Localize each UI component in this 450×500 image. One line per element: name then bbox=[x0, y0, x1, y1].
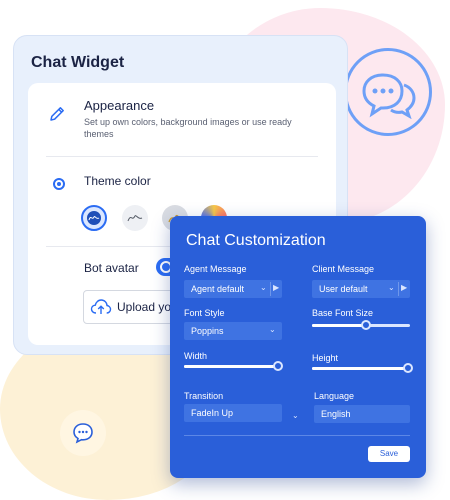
slider-fill bbox=[312, 367, 409, 370]
signature-icon bbox=[87, 211, 101, 225]
language-label: Language bbox=[314, 391, 355, 401]
chat-support-icon bbox=[60, 410, 106, 456]
slider-fill bbox=[184, 365, 279, 368]
agent-message-value: Agent default bbox=[191, 284, 245, 294]
base-font-size-label: Base Font Size bbox=[312, 308, 374, 318]
client-message-select[interactable]: User default ⌄ ▶ bbox=[312, 280, 410, 298]
transition-value: FadeIn Up bbox=[191, 408, 234, 418]
language-value: English bbox=[321, 409, 351, 419]
chevron-down-icon: ⌄ bbox=[388, 283, 395, 292]
theme-color-label: Theme color bbox=[84, 174, 151, 188]
language-select[interactable]: English bbox=[314, 405, 410, 423]
height-slider[interactable] bbox=[312, 363, 414, 373]
appearance-title[interactable]: Appearance bbox=[84, 98, 154, 113]
save-button[interactable]: Save bbox=[368, 446, 410, 462]
appearance-description: Set up own colors, background images or … bbox=[84, 117, 292, 139]
base-font-size-slider[interactable] bbox=[312, 320, 410, 330]
slider-knob[interactable] bbox=[360, 320, 371, 330]
customization-title: Chat Customization bbox=[186, 232, 326, 249]
play-icon: ▶ bbox=[273, 283, 280, 292]
slider-knob[interactable] bbox=[403, 363, 414, 373]
height-label: Height bbox=[312, 353, 339, 363]
client-message-value: User default bbox=[319, 284, 368, 294]
theme-swatch-blue-selected[interactable] bbox=[81, 205, 107, 231]
chevron-down-icon: ⌄ bbox=[269, 325, 276, 334]
bot-avatar-label: Bot avatar bbox=[84, 261, 139, 275]
theme-swatch-light[interactable] bbox=[122, 205, 148, 231]
font-style-label: Font Style bbox=[184, 308, 225, 318]
chevron-down-icon[interactable]: ⌄ bbox=[292, 411, 299, 420]
chat-customization-panel: Chat Customization Agent Message Agent d… bbox=[170, 216, 426, 478]
chat-bubbles-icon bbox=[344, 48, 432, 136]
divider bbox=[398, 282, 399, 296]
theme-color-radio[interactable] bbox=[53, 178, 65, 190]
agent-message-select[interactable]: Agent default ⌄ ▶ bbox=[184, 280, 282, 298]
width-slider[interactable] bbox=[184, 361, 284, 371]
divider bbox=[46, 156, 318, 157]
width-label: Width bbox=[184, 351, 208, 361]
transition-label: Transition bbox=[184, 391, 224, 401]
transition-select[interactable]: FadeIn Up bbox=[184, 404, 282, 422]
signature-icon bbox=[127, 215, 143, 222]
font-style-select[interactable]: Poppins ⌄ bbox=[184, 322, 282, 340]
chevron-down-icon: ⌄ bbox=[260, 283, 267, 292]
slider-fill bbox=[312, 324, 366, 327]
widget-title: Chat Widget bbox=[31, 54, 125, 71]
pencil-icon bbox=[48, 105, 66, 128]
cloud-upload-icon bbox=[90, 299, 112, 314]
play-icon: ▶ bbox=[401, 283, 408, 292]
slider-knob[interactable] bbox=[273, 361, 284, 371]
font-style-value: Poppins bbox=[191, 326, 224, 336]
divider bbox=[184, 435, 410, 436]
divider bbox=[270, 282, 271, 296]
client-message-label: Client Message bbox=[312, 264, 375, 274]
agent-message-label: Agent Message bbox=[184, 264, 247, 274]
